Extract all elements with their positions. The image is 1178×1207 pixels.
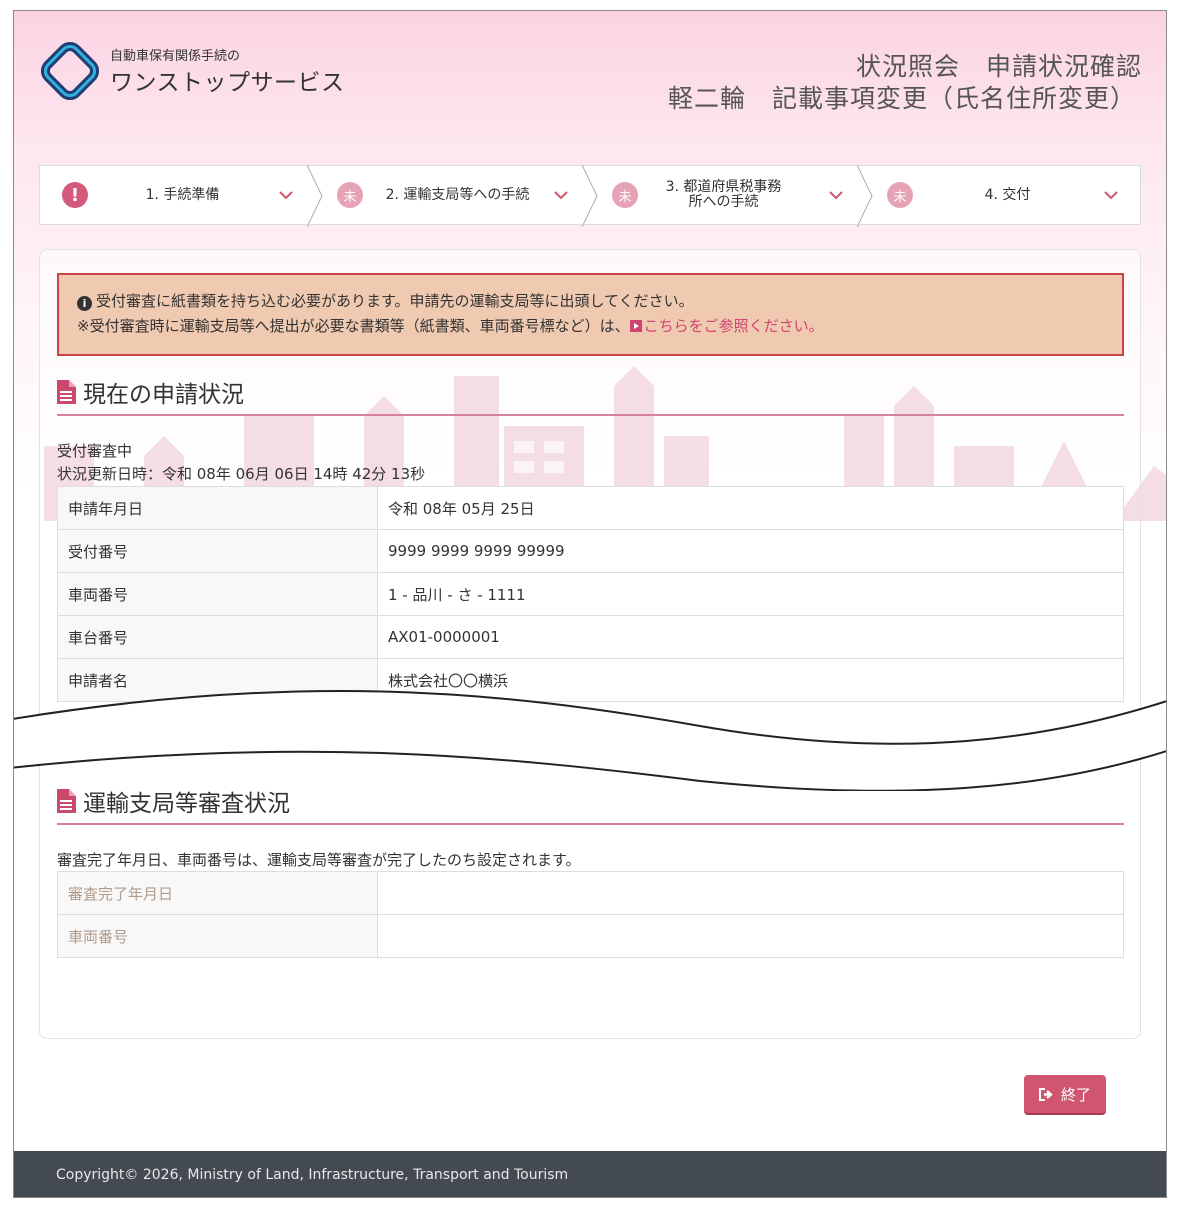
step-label: 3. 都道府県税事務所への手続 <box>665 179 782 210</box>
info-icon: i <box>77 296 92 311</box>
step-3[interactable]: 未 3. 都道府県税事務所への手続 <box>590 165 873 227</box>
step-label: 4. 交付 <box>984 186 1031 203</box>
chevron-down-icon[interactable] <box>1102 186 1120 204</box>
row-label: 受付番号 <box>57 529 378 573</box>
document-icon <box>57 789 76 813</box>
page-subtitle: 軽二輪 記載事項変更（氏名住所変更） <box>667 84 1136 113</box>
pending-icon: 未 <box>337 182 363 208</box>
chevron-down-icon[interactable] <box>552 186 570 204</box>
chevron-down-icon[interactable] <box>277 186 295 204</box>
step-separator <box>582 165 598 227</box>
step-1[interactable]: ! 1. 手続準備 <box>40 165 323 227</box>
logo-title: ワンストップサービス <box>110 70 345 96</box>
status-text: 受付審査中 <box>57 442 133 460</box>
step-separator <box>307 165 323 227</box>
alert-icon: ! <box>62 182 88 208</box>
alert-line1: 受付審査に紙書類を持ち込む必要があります。申請先の運輸支局等に出頭してください。 <box>96 292 694 310</box>
review-note: 審査完了年月日、車両番号は、運輸支局等審査が完了したのち設定されます。 <box>57 851 581 869</box>
logo-icon <box>40 41 100 101</box>
step-progress: ! 1. 手続準備 未 2. 運輸支局等への手続 未 3. 都道府県税事務所への… <box>39 165 1141 227</box>
page-title: 状況照会 申請状況確認 <box>855 52 1142 81</box>
row-value: 令和 08年 05月 25日 <box>377 486 1124 530</box>
table-row: 審査完了年月日 <box>57 871 1124 915</box>
row-label: 審査完了年月日 <box>57 871 378 915</box>
row-label: 車両番号 <box>57 914 378 958</box>
reference-link-text[interactable]: こちらをご参照ください。 <box>644 317 824 335</box>
table-row: 申請年月日 令和 08年 05月 25日 <box>57 486 1124 530</box>
section-divider <box>57 414 1124 416</box>
row-value: AX01-0000001 <box>377 615 1124 659</box>
pending-icon: 未 <box>612 182 638 208</box>
step-4[interactable]: 未 4. 交付 <box>865 166 1140 224</box>
table-row: 車両番号 1 - 品川 - さ - 1111 <box>57 572 1124 616</box>
step-2[interactable]: 未 2. 運輸支局等への手続 <box>315 165 598 227</box>
row-value: 1 - 品川 - さ - 1111 <box>377 572 1124 616</box>
row-label: 車台番号 <box>57 615 378 659</box>
table-row: 車両番号 <box>57 914 1124 958</box>
table-row: 受付番号 9999 9999 9999 99999 <box>57 529 1124 573</box>
review-status-heading: 運輸支局等審査状況 <box>57 784 290 818</box>
copyright-text: Copyright© 2026, Ministry of Land, Infra… <box>56 1167 569 1183</box>
step-label: 1. 手続準備 <box>145 186 220 203</box>
external-link-icon <box>629 320 642 332</box>
row-value <box>377 871 1124 915</box>
pending-icon: 未 <box>887 182 913 208</box>
row-value <box>377 914 1124 958</box>
review-info-table: 審査完了年月日 車両番号 <box>57 871 1124 958</box>
application-info-table: 申請年月日 令和 08年 05月 25日 受付番号 9999 9999 9999 9… <box>57 486 1124 702</box>
end-button[interactable]: 終了 <box>1024 1075 1106 1113</box>
page-break-illustration <box>14 689 1166 791</box>
logo-subtitle: 自動車保有関係手続の <box>110 49 241 64</box>
reference-link[interactable]: こちらをご参照ください。 <box>629 317 824 335</box>
step-label: 2. 運輸支局等への手続 <box>385 186 530 203</box>
alert-line2: ※受付審査時に運輸支局等へ提出が必要な書類等（紙書類、車両番号標など）は、 <box>77 317 630 335</box>
table-row: 車台番号 AX01-0000001 <box>57 615 1124 659</box>
step-separator <box>857 165 873 227</box>
chevron-down-icon[interactable] <box>827 186 845 204</box>
review-status-title: 運輸支局等審査状況 <box>83 791 290 817</box>
current-status-heading: 現在の申請状況 <box>57 375 244 409</box>
footer: Copyright© 2026, Ministry of Land, Infra… <box>14 1151 1166 1197</box>
row-label: 申請年月日 <box>57 486 378 530</box>
page-frame: 自動車保有関係手続の ワンストップサービス 状況照会 申請状況確認 軽二輪 記載… <box>13 10 1167 1198</box>
status-updated-time: 状況更新日時：令和 08年 06月 06日 14時 42分 13秒 <box>57 465 426 483</box>
current-status-title: 現在の申請状況 <box>83 382 244 408</box>
row-value: 9999 9999 9999 99999 <box>377 529 1124 573</box>
section-divider <box>57 823 1124 825</box>
document-icon <box>57 380 76 404</box>
end-button-label: 終了 <box>1060 1085 1091 1104</box>
notice-alert: i 受付審査に紙書類を持ち込む必要があります。申請先の運輸支局等に出頭してください… <box>57 273 1124 356</box>
exit-icon <box>1038 1087 1053 1101</box>
row-label: 車両番号 <box>57 572 378 616</box>
